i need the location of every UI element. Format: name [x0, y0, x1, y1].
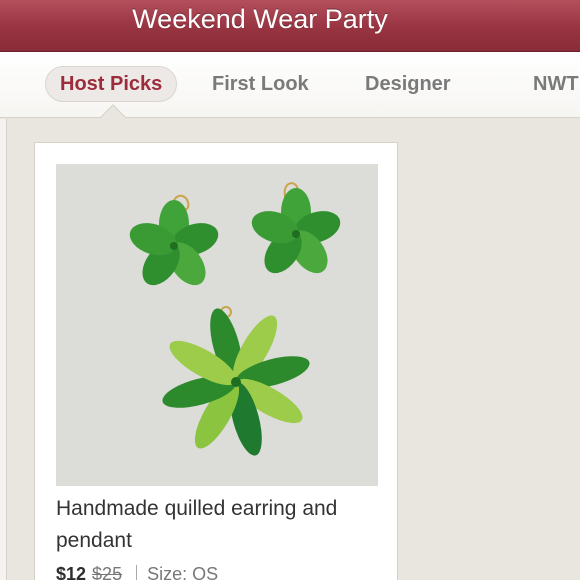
listing-card[interactable]: Handmade quilled earring and pendant $12…	[34, 142, 398, 580]
top-bar: Weekend Wear Party	[0, 0, 580, 52]
price-row: $12 $25 Size: OS	[56, 564, 386, 580]
tab-bar: Host Picks First Look Designer NWT	[0, 52, 580, 118]
original-price: $25	[92, 564, 123, 580]
left-panel-edge	[0, 119, 7, 580]
listing-price: $12	[56, 564, 87, 580]
tab-first-look[interactable]: First Look	[212, 66, 309, 102]
quilled-jewelry-image	[56, 164, 378, 486]
listing-photo[interactable]	[56, 164, 378, 486]
listing-title[interactable]: Handmade quilled earring and pendant	[56, 493, 386, 557]
party-title: Weekend Wear Party	[132, 4, 388, 34]
price-divider	[136, 565, 138, 580]
tab-host-picks[interactable]: Host Picks	[45, 66, 178, 102]
tab-designer[interactable]: Designer	[365, 66, 451, 102]
listing-size: Size: OS	[147, 564, 219, 580]
tab-nwt[interactable]: NWT	[533, 66, 579, 102]
